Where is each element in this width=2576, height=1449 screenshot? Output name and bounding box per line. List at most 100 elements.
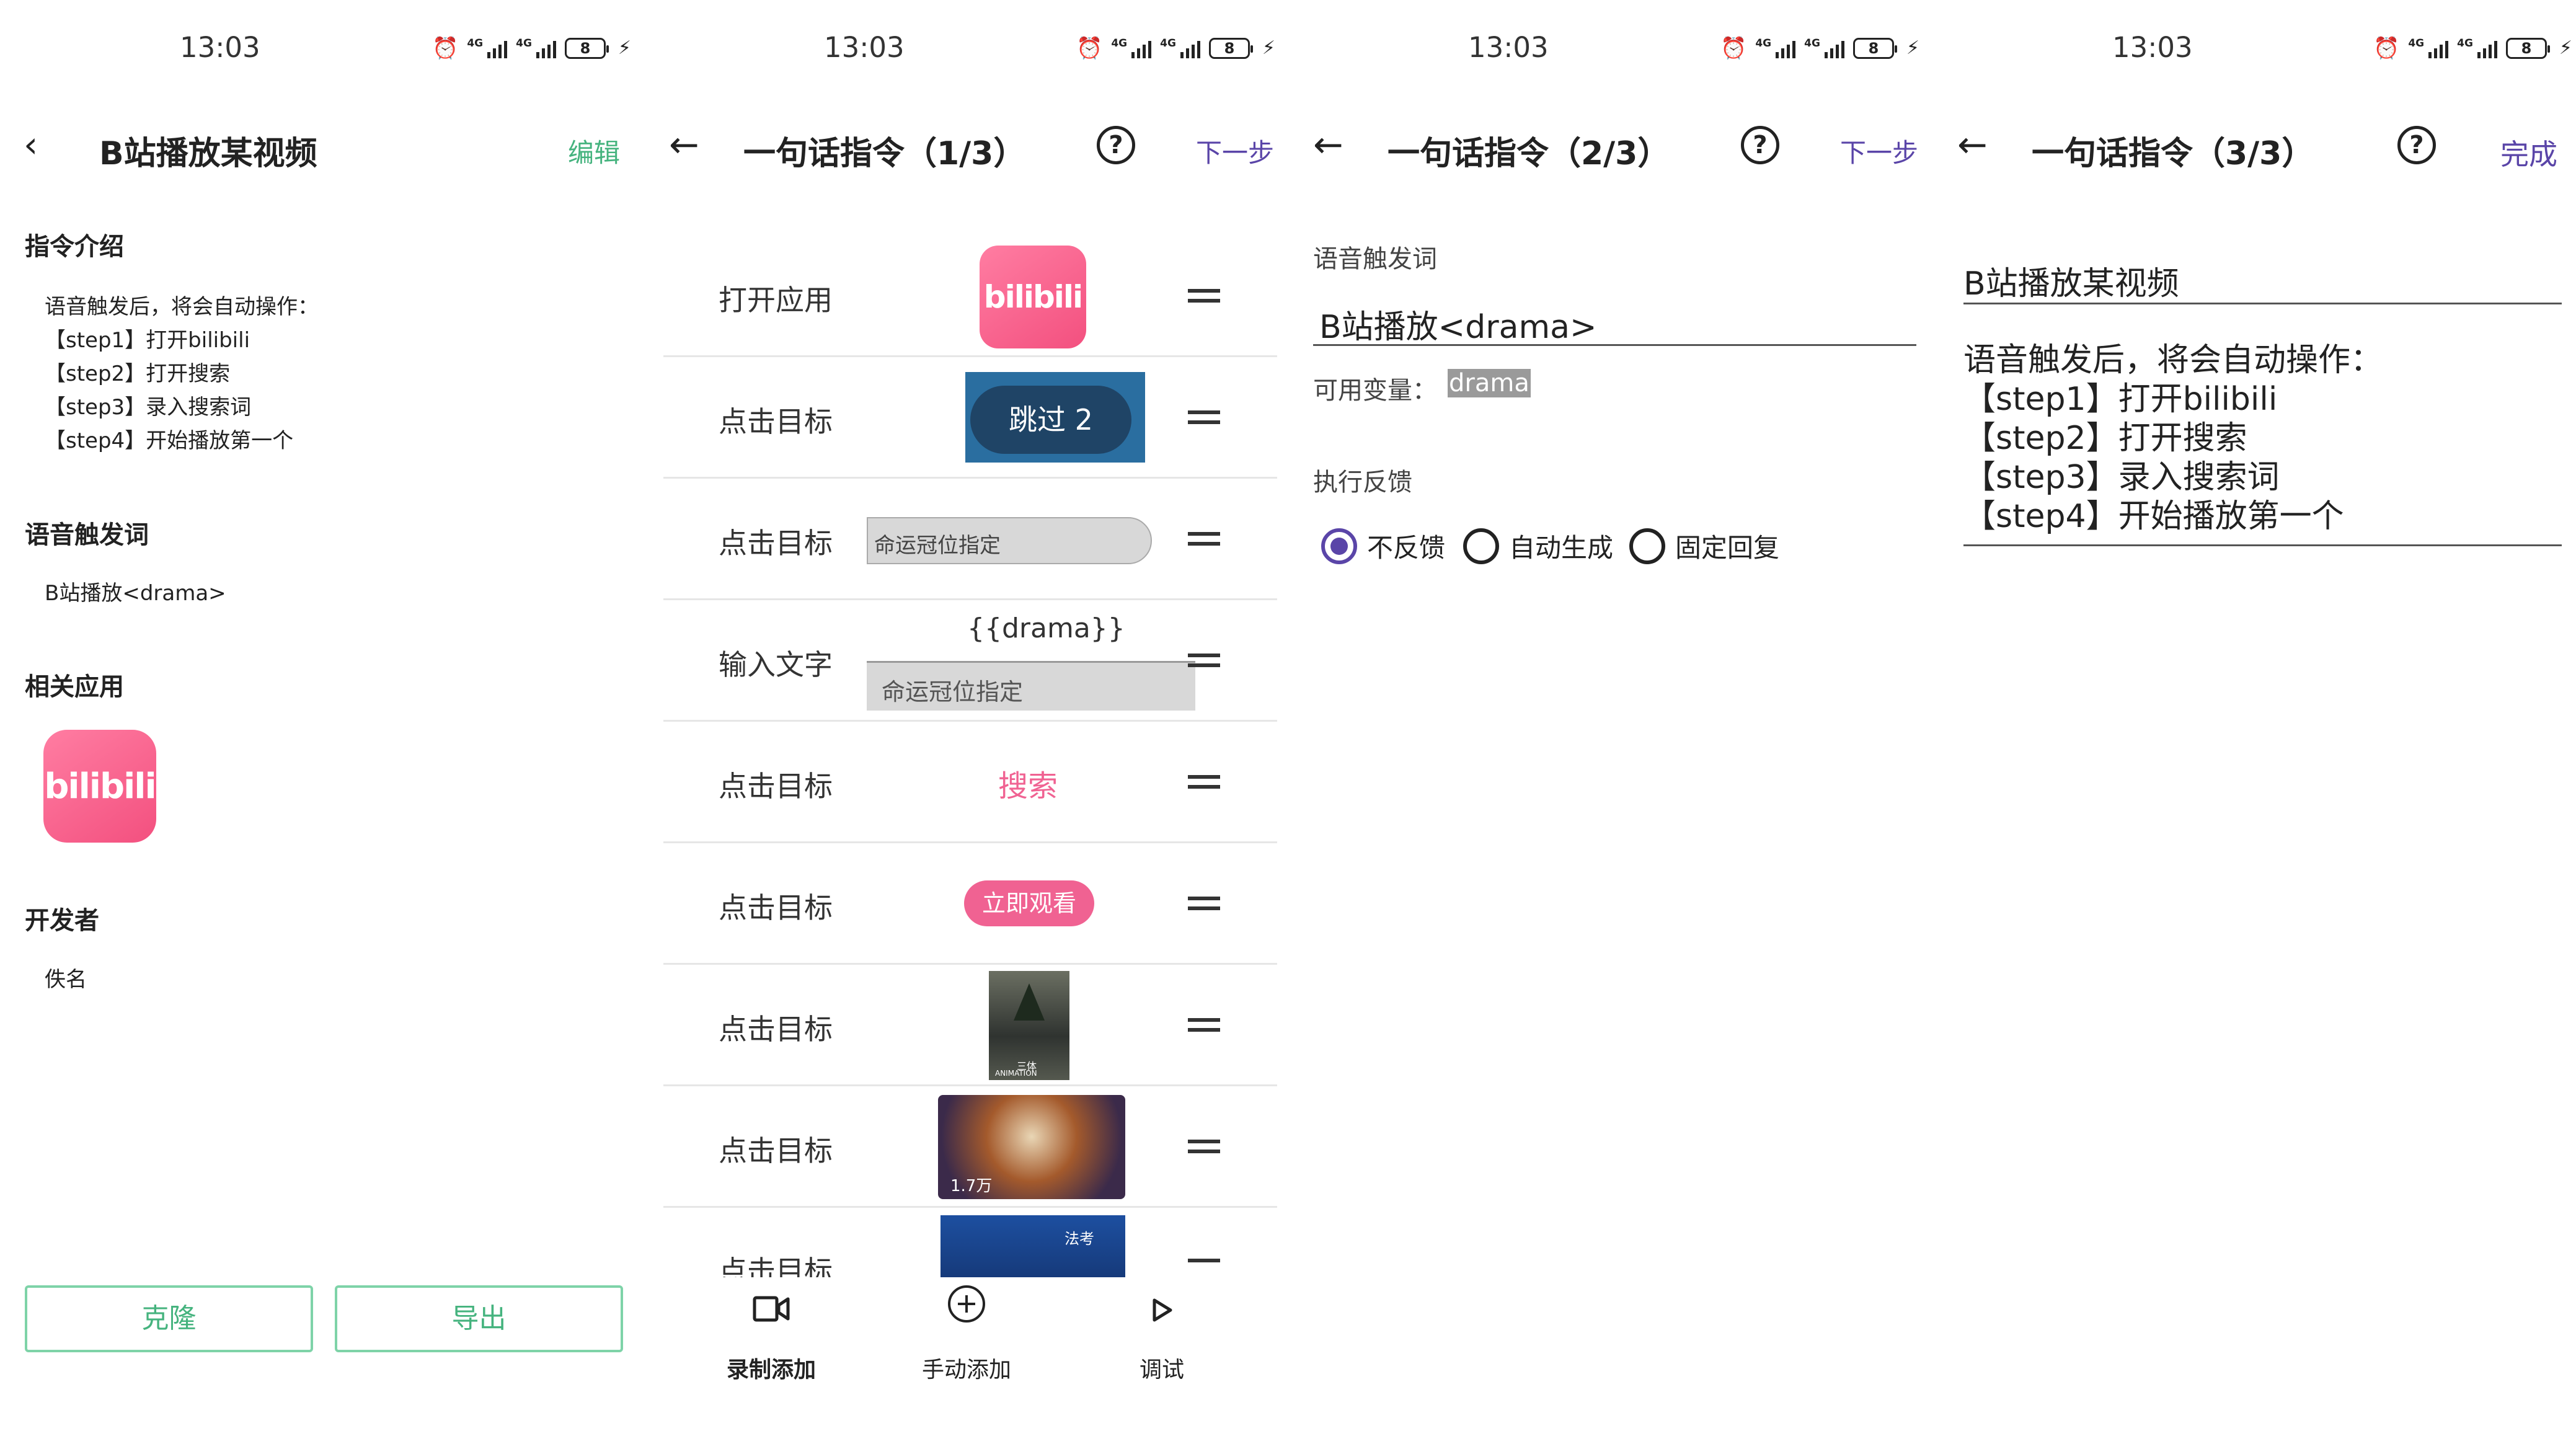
variable-chip[interactable]: drama (1448, 369, 1531, 397)
next-step-button[interactable]: 下一步 (1196, 132, 1274, 170)
signal-icon: 4G (1755, 38, 1796, 58)
command-description-screen: 13:03 ⏰ 4G 4G 8 ⚡ ← 一句话指令（3/3） ? 完成 B站播放… (1932, 0, 2576, 1449)
drag-handle-icon[interactable] (1188, 654, 1220, 673)
signal-icon: 4G (1160, 38, 1200, 58)
video-cover-thumbnail: 法考 (941, 1215, 1125, 1277)
step-row[interactable]: 点击目标 命运冠位指定 (663, 479, 1277, 600)
next-step-button[interactable]: 下一步 (1840, 132, 1918, 170)
drag-handle-icon[interactable] (1188, 1140, 1220, 1159)
step-row[interactable]: 点击目标 1.7万 (663, 1086, 1277, 1208)
search-field-thumbnail: 命运冠位指定 (867, 517, 1152, 564)
back-arrow-icon[interactable]: ← (1313, 126, 1343, 163)
signal-icon: 4G (1111, 38, 1152, 58)
signal-icon: 4G (516, 38, 556, 58)
radio-selected-icon (1321, 528, 1357, 564)
status-bar: 13:03 ⏰ 4G 4G 8 ⚡ (1932, 0, 2576, 99)
step-action-label: 打开应用 (719, 283, 833, 317)
step-row[interactable]: 点击目标 跳过 2 (663, 357, 1277, 479)
voice-trigger-heading: 语音触发词 (25, 521, 149, 549)
record-add-tab[interactable]: 录制添加 (678, 1283, 864, 1384)
status-time: 13:03 (2112, 31, 2193, 64)
command-detail-screen: 13:03 ⏰ 4G 4G 8 ⚡ ‹ B站播放某视频 编辑 指令介绍 语音触发… (0, 0, 644, 1449)
drag-handle-icon[interactable] (1188, 410, 1220, 430)
drag-handle-icon[interactable] (1188, 1018, 1220, 1038)
target-thumbnail: 跳过 2 (965, 372, 1145, 463)
battery-icon: 8 (2505, 37, 2550, 59)
input-underline (1313, 344, 1916, 346)
status-bar: 13:03 ⏰ 4G 4G 8 ⚡ (644, 0, 1288, 99)
command-description-input[interactable]: 语音触发后，将会自动操作： 【step1】打开bilibili 【step2】打… (1963, 341, 2383, 536)
export-button[interactable]: 导出 (335, 1285, 623, 1352)
video-cover-thumbnail: 1.7万 (938, 1095, 1125, 1199)
radio-unselected-icon (1629, 528, 1665, 564)
voice-trigger-input[interactable]: B站播放<drama> (1319, 301, 1597, 347)
video-cover-thumbnail: 三体 ANIMATION (989, 971, 1069, 1080)
step-action-label: 点击目标 (719, 1134, 833, 1168)
voice-trigger-value: B站播放<drama> (45, 581, 226, 606)
battery-icon: 8 (564, 37, 609, 59)
play-icon (1069, 1283, 1255, 1339)
input-underline (1963, 544, 2562, 546)
charging-icon: ⚡ (1262, 37, 1275, 59)
done-button[interactable]: 完成 (2500, 132, 2557, 173)
signal-icon: 4G (467, 38, 508, 58)
drag-handle-icon[interactable] (1188, 897, 1220, 916)
status-time: 13:03 (1468, 31, 1549, 64)
radio-fixed-reply[interactable]: 固定回复 (1629, 527, 1779, 565)
alarm-icon: ⏰ (2373, 35, 2400, 61)
app-bar: ← 一句话指令（1/3） ? 下一步 (644, 115, 1288, 177)
step-action-label: 点击目标 (719, 526, 833, 560)
step-row[interactable]: 输入文字 {{drama}} 命运冠位指定 (663, 600, 1277, 722)
step-action-label: 点击目标 (719, 1254, 833, 1277)
drag-handle-icon[interactable] (1188, 775, 1220, 795)
status-bar: 13:03 ⏰ 4G 4G 8 ⚡ (1288, 0, 1932, 99)
edit-button[interactable]: 编辑 (568, 132, 620, 170)
back-chevron-icon[interactable]: ‹ (24, 126, 38, 163)
voice-trigger-label: 语音触发词 (1313, 245, 1437, 273)
page-title: B站播放某视频 (99, 135, 317, 172)
step-row[interactable]: 点击目标 法考 (663, 1208, 1277, 1277)
bottom-navigation: 录制添加 手动添加 调试 (644, 1283, 1288, 1445)
signal-icon: 4G (1804, 38, 1844, 58)
command-steps-screen: 13:03 ⏰ 4G 4G 8 ⚡ ← 一句话指令（1/3） ? 下一步 打开应… (644, 0, 1288, 1449)
command-name-input[interactable]: B站播放某视频 (1963, 257, 2179, 304)
manual-add-tab[interactable]: 手动添加 (874, 1283, 1060, 1384)
video-camera-icon (678, 1283, 864, 1339)
status-time: 13:03 (180, 31, 260, 64)
step-action-label: 点击目标 (719, 405, 833, 438)
step-row[interactable]: 点击目标 立即观看 (663, 843, 1277, 965)
help-icon[interactable]: ? (1741, 126, 1779, 164)
step-action-label: 点击目标 (719, 891, 833, 924)
signal-icon: 4G (2457, 38, 2497, 58)
search-target-text: 搜索 (998, 769, 1058, 804)
step-row[interactable]: 点击目标 搜索 (663, 722, 1277, 843)
debug-tab[interactable]: 调试 (1069, 1283, 1255, 1384)
drag-handle-icon[interactable] (1188, 1259, 1220, 1269)
back-arrow-icon[interactable]: ← (669, 126, 699, 163)
radio-no-feedback[interactable]: 不反馈 (1321, 527, 1445, 565)
bilibili-app-icon[interactable]: bilibili (43, 730, 157, 843)
app-bar: ← 一句话指令（3/3） ? 完成 (1932, 115, 2576, 177)
signal-icon: 4G (2408, 38, 2449, 58)
input-underline (1963, 303, 2562, 304)
related-app-heading: 相关应用 (25, 673, 124, 701)
help-icon[interactable]: ? (2397, 126, 2436, 164)
input-variable-text: {{drama}} (967, 613, 1125, 644)
command-trigger-screen: 13:03 ⏰ 4G 4G 8 ⚡ ← 一句话指令（2/3） ? 下一步 语音触… (1288, 0, 1932, 1449)
help-icon[interactable]: ? (1097, 126, 1135, 164)
step-row[interactable]: 点击目标 三体 ANIMATION (663, 965, 1277, 1086)
alarm-icon: ⏰ (1720, 35, 1747, 61)
alarm-icon: ⏰ (1076, 35, 1103, 61)
radio-auto-generate[interactable]: 自动生成 (1463, 527, 1613, 565)
search-field-thumbnail: 命运冠位指定 (867, 661, 1195, 711)
page-title: 一句话指令（2/3） (1388, 135, 1670, 172)
watch-now-button-thumbnail: 立即观看 (964, 880, 1094, 926)
step-row[interactable]: 打开应用 bilibili (663, 236, 1277, 357)
developer-heading: 开发者 (25, 906, 99, 935)
clone-button[interactable]: 克隆 (25, 1285, 313, 1352)
drag-handle-icon[interactable] (1188, 289, 1220, 309)
drag-handle-icon[interactable] (1188, 532, 1220, 552)
app-bar: ‹ B站播放某视频 编辑 (0, 115, 644, 177)
status-bar: 13:03 ⏰ 4G 4G 8 ⚡ (0, 0, 644, 99)
back-arrow-icon[interactable]: ← (1957, 126, 1988, 163)
